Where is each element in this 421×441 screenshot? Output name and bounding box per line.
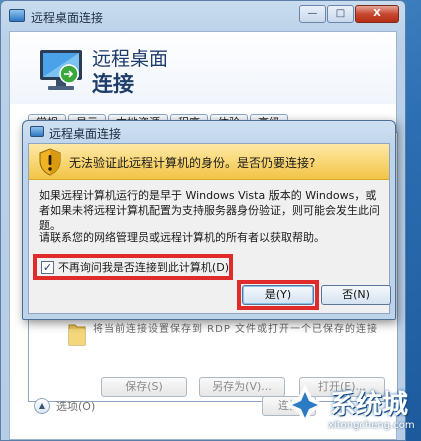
remote-desktop-app-icon <box>30 126 44 137</box>
warning-text: 无法验证此远程计算机的身份。是否仍要连接? <box>69 156 316 170</box>
save-button[interactable]: 保存(S) <box>101 377 187 397</box>
dialog-client-area: 无法验证此远程计算机的身份。是否仍要连接? 如果远程计算机运行的是早于 Wind… <box>28 143 391 314</box>
dont-ask-checkbox[interactable]: ✓ <box>41 260 54 274</box>
warning-banner: 无法验证此远程计算机的身份。是否仍要连接? <box>29 144 389 180</box>
dont-ask-label[interactable]: 不再询问我是否连接到此计算机(D) <box>58 259 229 275</box>
watermark-logo-icon <box>284 384 326 426</box>
minimize-button[interactable]: — <box>299 5 326 23</box>
no-button[interactable]: 否(N) <box>321 285 391 305</box>
maximize-button[interactable]: □ <box>327 5 354 23</box>
window-title: 远程桌面连接 <box>31 11 104 25</box>
explanation-text: 如果远程计算机运行的是早于 Windows Vista 版本的 Windows，… <box>39 189 380 232</box>
identity-warning-dialog: 远程桌面连接 无法验证此远程计算机的身份。是否仍要连接? 如果远程计算机运行的是… <box>22 120 396 320</box>
dont-ask-checkbox-highlight: ✓ 不再询问我是否连接到此计算机(D) <box>33 254 233 280</box>
remote-desktop-app-icon <box>9 9 25 22</box>
header-title-line2: 连接 <box>92 72 134 96</box>
watermark-url: xitongcheng.com <box>328 420 415 431</box>
window-controls: — □ X <box>298 5 399 23</box>
dialog-title: 远程桌面连接 <box>49 127 122 141</box>
contact-admin-text: 请联系您的网络管理员或远程计算机的所有者以获取帮助。 <box>39 231 325 244</box>
window-titlebar[interactable]: 远程桌面连接 — □ X <box>1 1 405 31</box>
header-title-line1: 远程桌面 <box>92 48 169 70</box>
save-as-button[interactable]: 另存为(V)... <box>199 377 285 397</box>
warning-shield-icon <box>39 148 61 176</box>
monitor-icon <box>40 50 82 90</box>
yes-button[interactable]: 是(Y) <box>242 285 314 305</box>
folder-icon <box>68 324 86 346</box>
close-button[interactable]: X <box>355 5 399 23</box>
dialog-titlebar[interactable]: 远程桌面连接 <box>23 121 395 143</box>
options-label: 选项(O) <box>56 400 96 413</box>
rdc-header-banner: 远程桌面 连接 <box>10 32 396 104</box>
options-toggle[interactable]: ▲ 选项(O) <box>34 398 95 414</box>
chevron-up-icon: ▲ <box>34 398 50 414</box>
site-watermark: 系统城 xitongcheng.com <box>278 380 418 438</box>
watermark-brand: 系统城 <box>330 390 409 420</box>
connection-settings-text: 将当前连接设置保存到 RDP 文件或打开一个已保存的连接 <box>93 324 379 335</box>
